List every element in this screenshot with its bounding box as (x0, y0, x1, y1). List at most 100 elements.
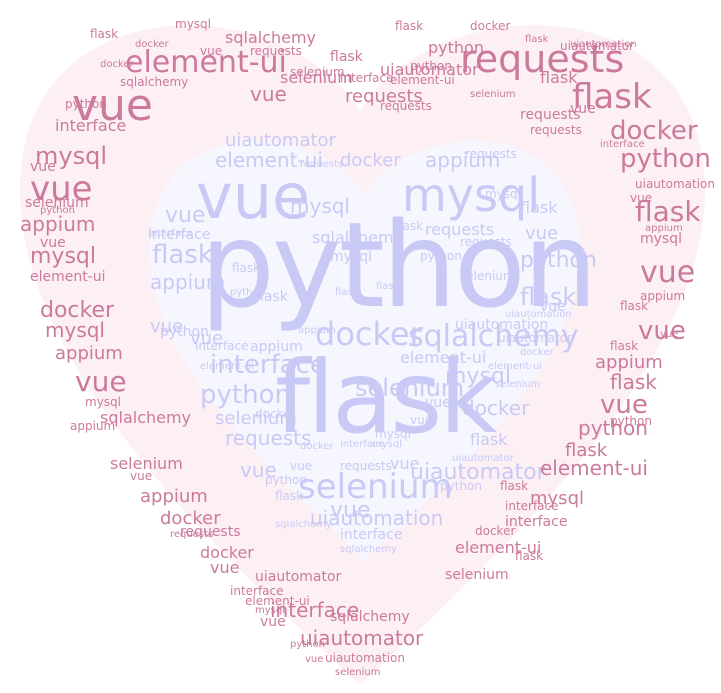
word-flask: flask (520, 198, 558, 217)
word-sqlalchemy: sqlalchemy (312, 228, 404, 247)
word-vue: vue (165, 203, 206, 228)
word-flask: flask (275, 489, 304, 503)
word-flask: flask (152, 240, 213, 270)
word-docker: docker (520, 347, 554, 358)
word-interface: interface (148, 228, 193, 239)
word-python: python (610, 414, 652, 428)
word-vue: vue (210, 558, 240, 577)
word-uiautomation: uiautomation (455, 317, 549, 333)
word-appium: appium (70, 419, 116, 433)
word-interface: interface (600, 139, 645, 150)
word-element-ui: element-ui (488, 361, 542, 372)
word-flask: flask (525, 34, 549, 45)
word-vue: vue (290, 459, 313, 473)
word-vue: vue (570, 101, 596, 117)
word-docker: docker (300, 441, 334, 452)
word-vue: vue (75, 365, 127, 398)
word-flask: flask (330, 49, 363, 65)
word-vue: vue (130, 469, 153, 483)
word-interface: interface (340, 71, 394, 85)
word-requests: requests (465, 147, 517, 161)
word-vue: vue (630, 191, 653, 205)
word-python: python (440, 479, 482, 493)
word-flask: flask (500, 479, 529, 493)
word-mysql: mysql (85, 395, 121, 409)
word-flask: flask (335, 287, 359, 298)
word-flask: flask (565, 440, 608, 461)
word-mysql: mysql (175, 17, 211, 31)
word-python: python (428, 38, 484, 57)
word-interface: interface (195, 339, 249, 353)
word-vue: vue (640, 255, 696, 290)
word-requests: requests (300, 159, 344, 170)
word-requests: requests (530, 123, 582, 137)
word-appium: appium (20, 212, 96, 236)
word-interface: interface (340, 439, 385, 450)
word-requests: requests (340, 459, 392, 473)
word-sqlalchemy: sqlalchemy (275, 519, 332, 530)
word-appium: appium (150, 270, 226, 294)
word-flask: flask (232, 261, 261, 275)
word-vue: vue (305, 654, 324, 665)
word-mysql: mysql (640, 231, 682, 247)
word-vue: vue (260, 614, 286, 630)
word-requests: requests (460, 235, 512, 249)
word-vue: vue (425, 395, 451, 411)
word-uiautomator: uiautomator (225, 130, 336, 151)
word-docker: docker (462, 396, 530, 420)
word-python: python (520, 248, 597, 273)
word-flask: flask (470, 430, 508, 449)
word-docker: docker (135, 39, 169, 50)
word-mysql: mysql (255, 605, 285, 616)
word-selenium: selenium (495, 379, 541, 390)
word-uiautomator: uiautomator (452, 453, 514, 464)
word-selenium: selenium (445, 567, 509, 583)
word-sqlalchemy: sqlalchemy (120, 75, 189, 89)
word-element-ui: element-ui (390, 73, 455, 87)
word-requests: requests (225, 426, 312, 450)
word-vue: vue (30, 159, 56, 175)
word-sqlalchemy: sqlalchemy (340, 544, 397, 555)
word-docker: docker (470, 19, 511, 33)
word-uiautomation: uiautomation (635, 177, 715, 191)
word-interface: interface (340, 527, 403, 543)
word-element-ui: element-ui (30, 269, 106, 285)
word-interface: interface (55, 116, 127, 135)
word-python: python (65, 97, 107, 111)
word-python: python (420, 249, 462, 263)
word-docker: docker (255, 407, 296, 421)
word-selenium: selenium (470, 89, 516, 100)
word-element-ui: element-ui (540, 456, 648, 480)
word-appium: appium (645, 223, 683, 234)
word-uiautomation: uiautomation (325, 651, 405, 665)
word-flask: flask (90, 27, 119, 41)
word-mysql: mysql (485, 187, 521, 201)
word-mysql: mysql (330, 249, 372, 265)
word-vue: vue (40, 235, 66, 251)
word-appium: appium (55, 343, 123, 364)
word-vue: vue (410, 413, 433, 427)
word-appium: appium (140, 486, 208, 507)
word-vue: vue (250, 82, 287, 106)
word-docker: docker (340, 150, 401, 171)
word-python: python (265, 473, 307, 487)
word-flask: flask (610, 339, 639, 353)
word-appium: appium (298, 325, 336, 336)
word-docker: docker (200, 543, 254, 562)
word-appium: appium (250, 339, 303, 355)
word-flask: flask (610, 370, 657, 394)
word-interface: interface (505, 499, 559, 513)
word-requests: requests (380, 99, 432, 113)
word-flask: flask (395, 19, 424, 33)
word-python: python (40, 205, 75, 216)
word-flask: flask (515, 549, 544, 563)
word-uiautomation: uiautomation (505, 309, 572, 320)
word-selenium: selenium (290, 65, 345, 79)
word-flask: flask (540, 68, 578, 87)
word-python: python (290, 639, 325, 650)
word-docker: docker (475, 524, 516, 538)
word-appium: appium (640, 289, 686, 303)
word-vue: vue (200, 44, 223, 58)
word-flask: flask (376, 281, 400, 292)
word-uiautomator: uiautomator (498, 331, 572, 345)
